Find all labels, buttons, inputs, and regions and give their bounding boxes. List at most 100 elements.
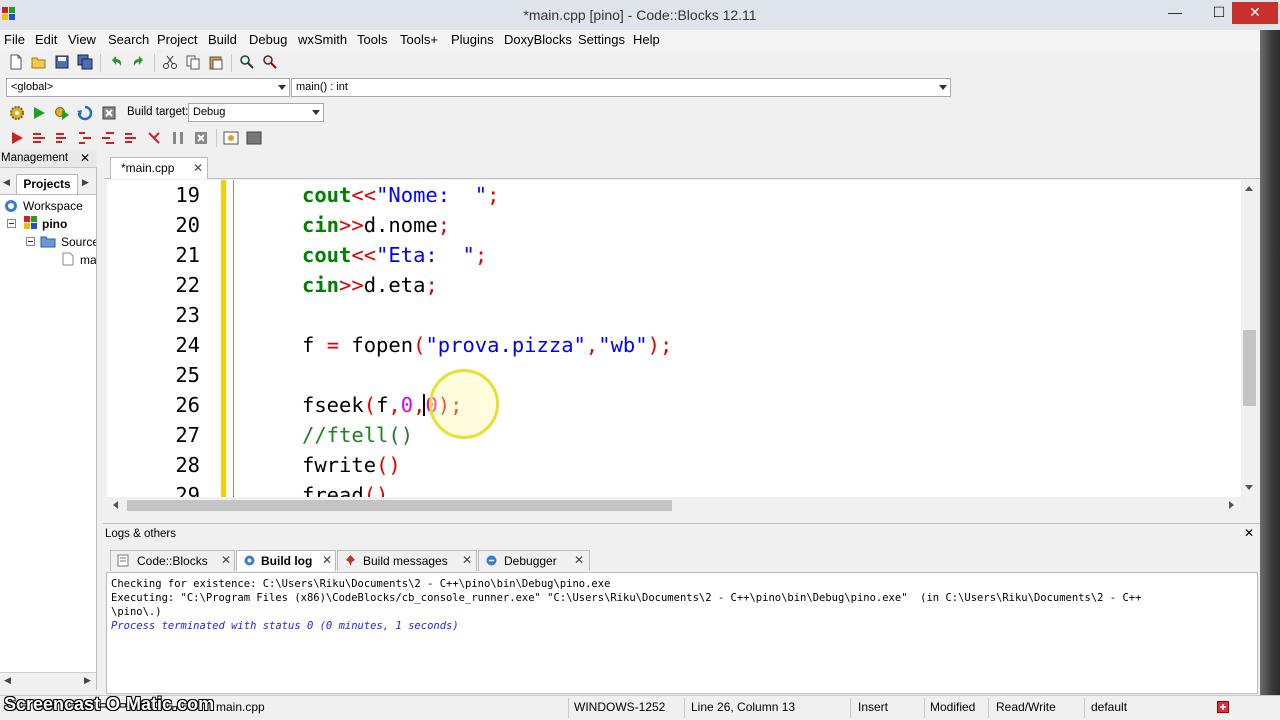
save-all-icon[interactable] xyxy=(77,54,93,70)
menu-wxsmith[interactable]: wxSmith xyxy=(298,32,347,47)
code-token: cout xyxy=(302,243,352,267)
menu-plugins[interactable]: Plugins xyxy=(451,32,494,47)
build-target-value: Debug xyxy=(193,106,226,118)
tree-item-workspace[interactable]: Workspace xyxy=(23,199,83,213)
close-management-button[interactable]: ✕ xyxy=(80,151,90,165)
horizontal-scroll-thumb[interactable] xyxy=(127,500,672,511)
tab-scroll-left-icon[interactable]: ◀ xyxy=(3,177,10,188)
close-tab-button[interactable]: ✕ xyxy=(322,553,332,567)
rebuild-icon[interactable] xyxy=(77,105,93,121)
close-tab-button[interactable]: ✕ xyxy=(221,553,231,567)
tab-build-messages[interactable]: Build messages ✕ xyxy=(337,550,477,571)
menu-build[interactable]: Build xyxy=(208,32,237,47)
paste-icon[interactable] xyxy=(208,54,224,70)
tab-build-log[interactable]: Build log ✕ xyxy=(236,550,336,571)
tree-item-file[interactable]: main.cpp xyxy=(80,253,96,267)
status-encoding: WINDOWS-1252 xyxy=(574,700,666,714)
scroll-right-icon[interactable]: ▶ xyxy=(84,675,91,686)
step-into-icon[interactable] xyxy=(77,130,93,146)
debug-continue-icon[interactable] xyxy=(9,130,25,146)
tab-codeblocks-log[interactable]: Code::Blocks ✕ xyxy=(110,550,235,571)
find-icon[interactable] xyxy=(239,54,255,70)
minimize-button[interactable]: — xyxy=(1160,2,1190,24)
code-token: fseek xyxy=(302,393,364,417)
run-icon[interactable] xyxy=(31,105,47,121)
debug-info-icon[interactable] xyxy=(246,130,262,146)
tab-scroll-right-icon[interactable]: ▶ xyxy=(82,177,89,188)
code-token: , xyxy=(585,333,599,357)
build-gear-icon[interactable] xyxy=(9,105,25,121)
editor-horizontal-scrollbar[interactable] xyxy=(107,497,1241,514)
menu-debug[interactable]: Debug xyxy=(249,32,287,47)
build-target-combo[interactable]: Debug xyxy=(188,103,324,122)
copy-icon[interactable] xyxy=(185,54,201,70)
abort-icon[interactable] xyxy=(101,105,117,121)
menu-edit[interactable]: Edit xyxy=(35,32,57,47)
code-line: fwrite() xyxy=(302,453,401,477)
tab-debugger[interactable]: Debugger ✕ xyxy=(478,550,590,571)
step-out-icon[interactable] xyxy=(100,130,116,146)
pause-icon[interactable] xyxy=(170,130,186,146)
close-logs-button[interactable]: ✕ xyxy=(1244,526,1254,540)
tree-item-sources[interactable]: Sources xyxy=(61,235,96,249)
menu-tools[interactable]: Tools xyxy=(357,32,387,47)
vertical-scroll-thumb[interactable] xyxy=(1243,330,1256,406)
redo-icon[interactable] xyxy=(131,54,147,70)
close-tab-button[interactable]: ✕ xyxy=(574,553,584,567)
save-icon[interactable] xyxy=(54,54,70,70)
code-token: , xyxy=(388,393,401,417)
tab-main-cpp[interactable]: *main.cpp ✕ xyxy=(110,157,208,179)
log-line: Checking for existence: C:\Users\Riku\Do… xyxy=(111,578,611,590)
project-tree: Workspace pino Sources main.cpp xyxy=(0,194,96,672)
menu-project[interactable]: Project xyxy=(157,32,197,47)
editor-vertical-scrollbar[interactable] xyxy=(1241,180,1258,497)
scroll-right-icon[interactable] xyxy=(1229,501,1234,509)
next-line-icon[interactable] xyxy=(54,130,70,146)
menu-tools-plus[interactable]: Tools+ xyxy=(400,32,438,47)
menu-doxyblocks[interactable]: DoxyBlocks xyxy=(504,32,572,47)
menu-file[interactable]: File xyxy=(4,32,25,47)
function-combo[interactable]: main() : int xyxy=(291,78,951,97)
code-editor[interactable]: 19 20 21 22 23 24 25 26 27 28 29 cout<<"Nome: "; ci… xyxy=(107,180,1257,497)
workspace-icon xyxy=(5,200,17,212)
open-file-icon[interactable] xyxy=(31,54,47,70)
scroll-up-icon[interactable] xyxy=(1245,186,1253,191)
menu-view[interactable]: View xyxy=(68,32,96,47)
tree-item-project[interactable]: pino xyxy=(42,217,67,231)
build-log-output[interactable]: Checking for existence: C:\Users\Riku\Do… xyxy=(106,572,1258,694)
next-instruction-icon[interactable] xyxy=(123,130,139,146)
code-token: "Eta: " xyxy=(376,243,475,267)
tab-label: Build messages xyxy=(363,554,448,568)
debug-windows-icon[interactable] xyxy=(223,130,239,146)
undo-icon[interactable] xyxy=(108,54,124,70)
step-instruction-icon[interactable] xyxy=(146,130,162,146)
code-line: fread() xyxy=(302,483,388,497)
status-indicator-icon[interactable] xyxy=(1217,701,1229,713)
replace-icon[interactable] xyxy=(262,54,278,70)
menu-settings[interactable]: Settings xyxy=(578,32,625,47)
code-token: ( xyxy=(413,333,426,357)
build-and-run-icon[interactable] xyxy=(54,105,70,121)
scroll-left-icon[interactable]: ◀ xyxy=(4,675,11,686)
scope-combo[interactable]: <global> xyxy=(6,78,290,97)
close-tab-button[interactable]: ✕ xyxy=(462,553,472,567)
new-file-icon[interactable] xyxy=(8,54,24,70)
close-window-button[interactable]: ✕ xyxy=(1232,2,1278,24)
stop-debugger-icon[interactable] xyxy=(193,130,209,146)
maximize-button[interactable]: ☐ xyxy=(1204,2,1234,24)
mouse-cursor-highlight xyxy=(429,369,499,439)
tab-label: *main.cpp xyxy=(121,161,175,175)
management-scrollbar[interactable]: ◀ ▶ xyxy=(0,672,96,689)
tab-projects[interactable]: Projects xyxy=(16,174,78,194)
code-token: cin xyxy=(302,213,340,237)
scroll-down-icon[interactable] xyxy=(1245,485,1253,490)
collapse-icon[interactable] xyxy=(7,219,16,228)
title-bar: *main.cpp [pino] - Code::Blocks 12.11 — … xyxy=(0,0,1280,30)
collapse-icon[interactable] xyxy=(26,237,35,246)
close-tab-button[interactable]: ✕ xyxy=(193,161,203,175)
menu-help[interactable]: Help xyxy=(633,32,660,47)
run-to-cursor-icon[interactable] xyxy=(31,130,47,146)
cut-icon[interactable] xyxy=(162,54,178,70)
scroll-left-icon[interactable] xyxy=(113,501,118,509)
menu-search[interactable]: Search xyxy=(108,32,149,47)
